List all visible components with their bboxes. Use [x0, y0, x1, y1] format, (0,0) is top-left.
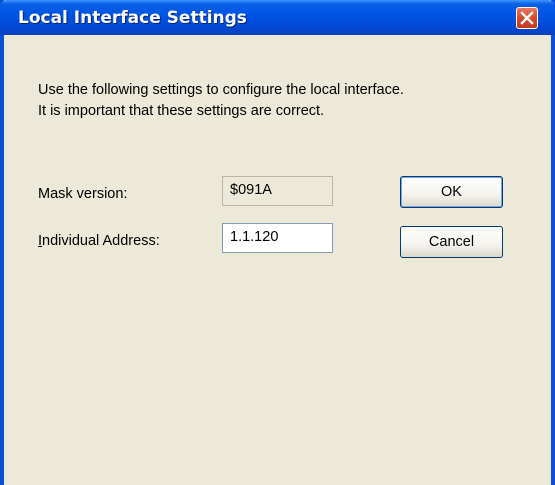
close-icon — [520, 11, 534, 25]
individual-address-input[interactable]: 1.1.120 — [222, 223, 333, 253]
instruction-line-1: Use the following settings to configure … — [38, 82, 404, 98]
dialog-window: Local Interface Settings Use the followi… — [0, 0, 555, 485]
mask-version-label: Mask version: — [38, 186, 128, 202]
mask-version-field: $091A — [222, 176, 333, 206]
instruction-line-2: It is important that these settings are … — [38, 103, 325, 119]
title-bar[interactable]: Local Interface Settings — [0, 0, 555, 35]
individual-address-label-text: ndividual Address: — [42, 233, 160, 249]
close-button[interactable] — [516, 7, 538, 29]
individual-address-label: Individual Address: — [38, 233, 160, 249]
cancel-button[interactable]: Cancel — [400, 226, 503, 258]
window-title: Local Interface Settings — [18, 8, 247, 28]
ok-button[interactable]: OK — [400, 176, 503, 208]
